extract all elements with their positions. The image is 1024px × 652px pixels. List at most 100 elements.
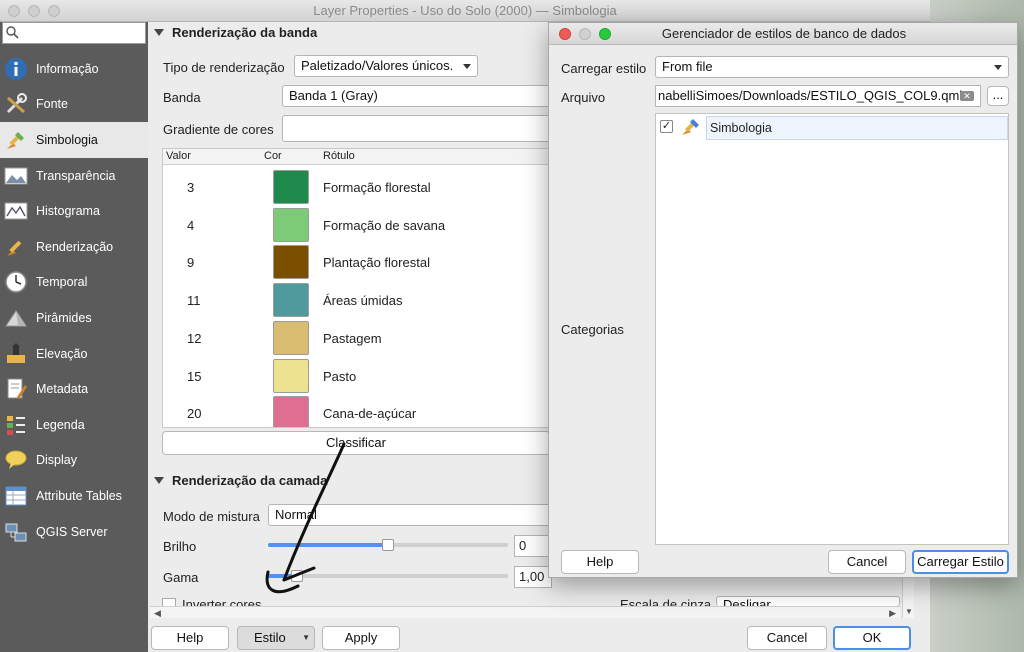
- sidebar-item-transparencia[interactable]: Transparência: [0, 158, 148, 194]
- minimize-button[interactable]: [28, 5, 40, 17]
- color-swatch[interactable]: [273, 283, 309, 318]
- dialog-cancel-button[interactable]: Cancel: [828, 550, 906, 574]
- class-label[interactable]: Formação florestal: [323, 180, 431, 195]
- sidebar-item-histograma[interactable]: Histograma: [0, 193, 148, 229]
- color-swatch[interactable]: [273, 245, 309, 280]
- sidebar-search-input[interactable]: [2, 22, 146, 44]
- chevron-down-icon: ▼: [302, 633, 310, 642]
- render-type-select[interactable]: Paletizado/Valores únicos.: [294, 55, 478, 77]
- horizontal-scrollbar[interactable]: ◀ ▶: [150, 606, 900, 618]
- table-row[interactable]: 4 Formação de savana: [163, 207, 549, 245]
- column-header-color[interactable]: Cor: [264, 150, 282, 162]
- band-select[interactable]: Banda 1 (Gray): [282, 85, 552, 107]
- class-value[interactable]: 4: [187, 218, 194, 233]
- clear-input-icon[interactable]: ✕: [960, 91, 974, 101]
- search-icon: [6, 26, 19, 39]
- scroll-right-icon[interactable]: ▶: [889, 608, 896, 619]
- sidebar-item-temporal[interactable]: Temporal: [0, 265, 148, 301]
- band-label: Banda: [163, 90, 201, 105]
- sidebar-item-label: Metadata: [36, 382, 89, 397]
- brightness-input[interactable]: 0: [514, 535, 552, 557]
- sidebar-item-elevacao[interactable]: Elevação: [0, 336, 148, 372]
- close-button[interactable]: [8, 5, 20, 17]
- color-swatch[interactable]: [273, 207, 309, 242]
- browse-file-button[interactable]: ...: [987, 86, 1009, 106]
- histogram-icon: [4, 199, 28, 223]
- render-type-label: Tipo de renderização: [163, 60, 285, 75]
- class-value[interactable]: 9: [187, 255, 194, 270]
- scroll-left-icon[interactable]: ◀: [154, 608, 161, 619]
- apply-button[interactable]: Apply: [322, 626, 400, 650]
- sidebar-item-display[interactable]: Display: [0, 443, 148, 479]
- class-value[interactable]: 20: [187, 406, 201, 421]
- pyramid-icon: [4, 306, 28, 330]
- sidebar-item-qgis-server[interactable]: QGIS Server: [0, 514, 148, 550]
- table-row[interactable]: 3 Formação florestal: [163, 169, 549, 207]
- cancel-button[interactable]: Cancel: [747, 626, 827, 650]
- sidebar-item-attribute-tables[interactable]: Attribute Tables: [0, 478, 148, 514]
- load-style-button[interactable]: Carregar Estilo: [912, 550, 1009, 574]
- load-style-select[interactable]: From file: [655, 56, 1009, 78]
- dialog-minimize-button[interactable]: [579, 28, 591, 40]
- ok-button[interactable]: OK: [833, 626, 911, 650]
- file-path-input[interactable]: nabelliSimoes/Downloads/ESTILO_QGIS_COL9…: [655, 85, 981, 107]
- window-title: Layer Properties - Uso do Solo (2000) — …: [313, 3, 617, 18]
- color-swatch[interactable]: [273, 170, 309, 204]
- class-label[interactable]: Áreas úmidas: [323, 293, 402, 308]
- collapse-arrow-icon: [154, 29, 164, 36]
- dialog-close-button[interactable]: [559, 28, 571, 40]
- sidebar-item-metadata[interactable]: Metadata: [0, 371, 148, 407]
- dialog-help-button[interactable]: Help: [561, 550, 639, 574]
- class-label[interactable]: Pastagem: [323, 331, 382, 346]
- slider-handle[interactable]: [382, 539, 394, 551]
- table-icon: [4, 484, 28, 508]
- gamma-label: Gama: [163, 570, 199, 585]
- paintbrush-icon: [4, 128, 28, 152]
- category-checkbox[interactable]: ✓: [660, 120, 673, 133]
- sidebar-item-label: Pirâmides: [36, 310, 92, 325]
- column-header-value[interactable]: Valor: [166, 150, 191, 162]
- class-value[interactable]: 15: [187, 369, 201, 384]
- class-label[interactable]: Cana-de-açúcar: [323, 406, 416, 421]
- scroll-down-icon[interactable]: ▼: [905, 607, 913, 616]
- sidebar-item-fonte[interactable]: Fonte: [0, 87, 148, 123]
- zoom-button[interactable]: [48, 5, 60, 17]
- sidebar-item-label: Informação: [36, 61, 99, 76]
- color-swatch[interactable]: [273, 396, 309, 427]
- class-label[interactable]: Formação de savana: [323, 218, 445, 233]
- table-row[interactable]: 15 Pasto: [163, 358, 549, 396]
- table-row[interactable]: 9 Plantação florestal: [163, 244, 549, 282]
- file-label: Arquivo: [561, 90, 606, 105]
- class-value[interactable]: 12: [187, 331, 201, 346]
- table-header: Valor Cor Rótulo: [163, 149, 549, 165]
- categories-list[interactable]: ✓ Simbologia: [655, 113, 1009, 545]
- sidebar-item-renderizacao[interactable]: Renderização: [0, 229, 148, 265]
- sidebar-item-legenda[interactable]: Legenda: [0, 407, 148, 443]
- band-rendering-header[interactable]: Renderização da banda: [150, 22, 550, 44]
- class-value[interactable]: 3: [187, 180, 194, 195]
- sidebar-item-informacao[interactable]: Informação: [0, 51, 148, 87]
- column-header-label[interactable]: Rótulo: [323, 150, 355, 162]
- classification-table: Valor Cor Rótulo 3 Formação florestal 4 For…: [162, 148, 550, 428]
- class-value[interactable]: 11: [187, 293, 201, 308]
- class-label[interactable]: Pasto: [323, 369, 356, 384]
- style-menu-button[interactable]: Estilo ▼: [237, 626, 315, 650]
- hand-drawn-arrow-annotation: [265, 442, 346, 594]
- sidebar-item-simbologia[interactable]: Simbologia: [0, 122, 148, 158]
- brightness-label: Brilho: [163, 539, 197, 554]
- dialog-zoom-button[interactable]: [599, 28, 611, 40]
- grayscale-select[interactable]: Desligar: [716, 596, 900, 612]
- sidebar-item-label: Legenda: [36, 417, 85, 432]
- table-row[interactable]: 12 Pastagem: [163, 320, 549, 358]
- help-button[interactable]: Help: [151, 626, 229, 650]
- gamma-input[interactable]: 1,00: [514, 566, 552, 588]
- sidebar-item-label: Attribute Tables: [36, 488, 122, 503]
- table-row[interactable]: 11 Áreas úmidas: [163, 282, 549, 320]
- color-swatch[interactable]: [273, 320, 309, 355]
- gradient-select[interactable]: [282, 115, 552, 142]
- table-row[interactable]: 20 Cana-de-açúcar: [163, 395, 549, 427]
- sidebar-item-piramides[interactable]: Pirâmides: [0, 300, 148, 336]
- color-swatch[interactable]: [273, 358, 309, 393]
- class-label[interactable]: Plantação florestal: [323, 255, 430, 270]
- category-item-simbologia[interactable]: Simbologia: [706, 116, 1008, 140]
